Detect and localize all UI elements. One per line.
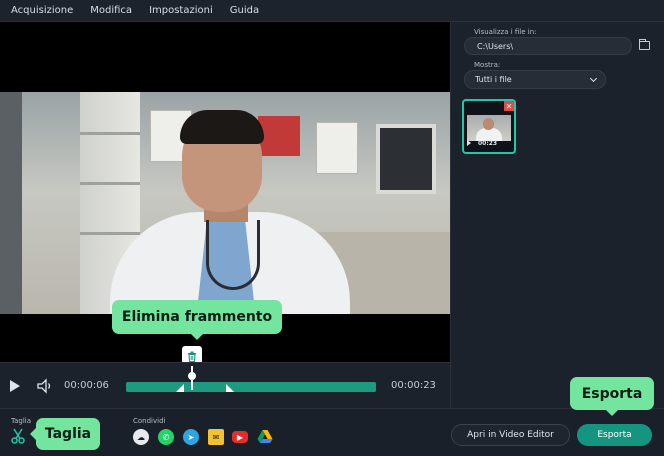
menu-acquisizione[interactable]: Acquisizione	[11, 5, 73, 16]
telegram-icon[interactable]: ➤	[183, 429, 199, 445]
export-tooltip: Esporta	[570, 377, 654, 416]
google-drive-icon[interactable]	[257, 429, 273, 445]
trim-section-label: Taglia	[11, 417, 32, 425]
scissors-icon[interactable]	[11, 428, 25, 444]
video-thumbnail[interactable]: ✕ 00:23	[462, 99, 516, 154]
thumbnail-duration: 00:23	[478, 140, 498, 147]
chevron-down-icon	[589, 74, 598, 83]
total-time: 00:00:23	[391, 380, 436, 391]
folder-path-field[interactable]: C:\Users\	[464, 37, 632, 55]
whatsapp-icon[interactable]: ✆	[158, 429, 174, 445]
menu-guida[interactable]: Guida	[230, 5, 259, 16]
video-frame	[0, 92, 450, 314]
folder-path-value: C:\Users\	[477, 41, 514, 51]
trim-start-handle[interactable]	[176, 384, 184, 392]
delete-fragment-tooltip: Elimina frammento	[112, 300, 282, 340]
share-section-label: Condividi	[133, 417, 166, 425]
export-button[interactable]: Esporta	[577, 424, 652, 446]
cloud-upload-icon[interactable]: ☁	[133, 429, 149, 445]
trim-end-handle[interactable]	[226, 384, 234, 392]
menu-modifica[interactable]: Modifica	[90, 5, 132, 16]
file-filter-select[interactable]: Tutti i file	[464, 70, 606, 89]
volume-icon[interactable]	[36, 377, 54, 395]
menu-bar: Acquisizione Modifica Impostazioni Guida	[0, 0, 664, 22]
trash-icon	[188, 351, 196, 362]
play-icon[interactable]	[10, 380, 20, 392]
playback-controls: 00:00:06 00:00:23	[0, 362, 450, 408]
youtube-icon[interactable]: ▶	[232, 431, 248, 443]
show-files-in-label: Visualizza i file in:	[474, 28, 537, 36]
close-icon[interactable]: ✕	[504, 101, 514, 111]
menu-impostazioni[interactable]: Impostazioni	[149, 5, 213, 16]
playhead-marker[interactable]	[188, 366, 196, 390]
trim-tooltip: Taglia	[30, 418, 100, 450]
open-in-video-editor-button[interactable]: Apri in Video Editor	[451, 424, 570, 446]
file-filter-value: Tutti i file	[475, 75, 512, 84]
folder-icon[interactable]	[639, 39, 650, 50]
email-icon[interactable]: ✉	[208, 429, 224, 445]
play-icon	[467, 140, 471, 146]
show-label: Mostra:	[474, 61, 501, 69]
current-time: 00:00:06	[64, 380, 109, 391]
timeline-track[interactable]	[126, 382, 376, 392]
